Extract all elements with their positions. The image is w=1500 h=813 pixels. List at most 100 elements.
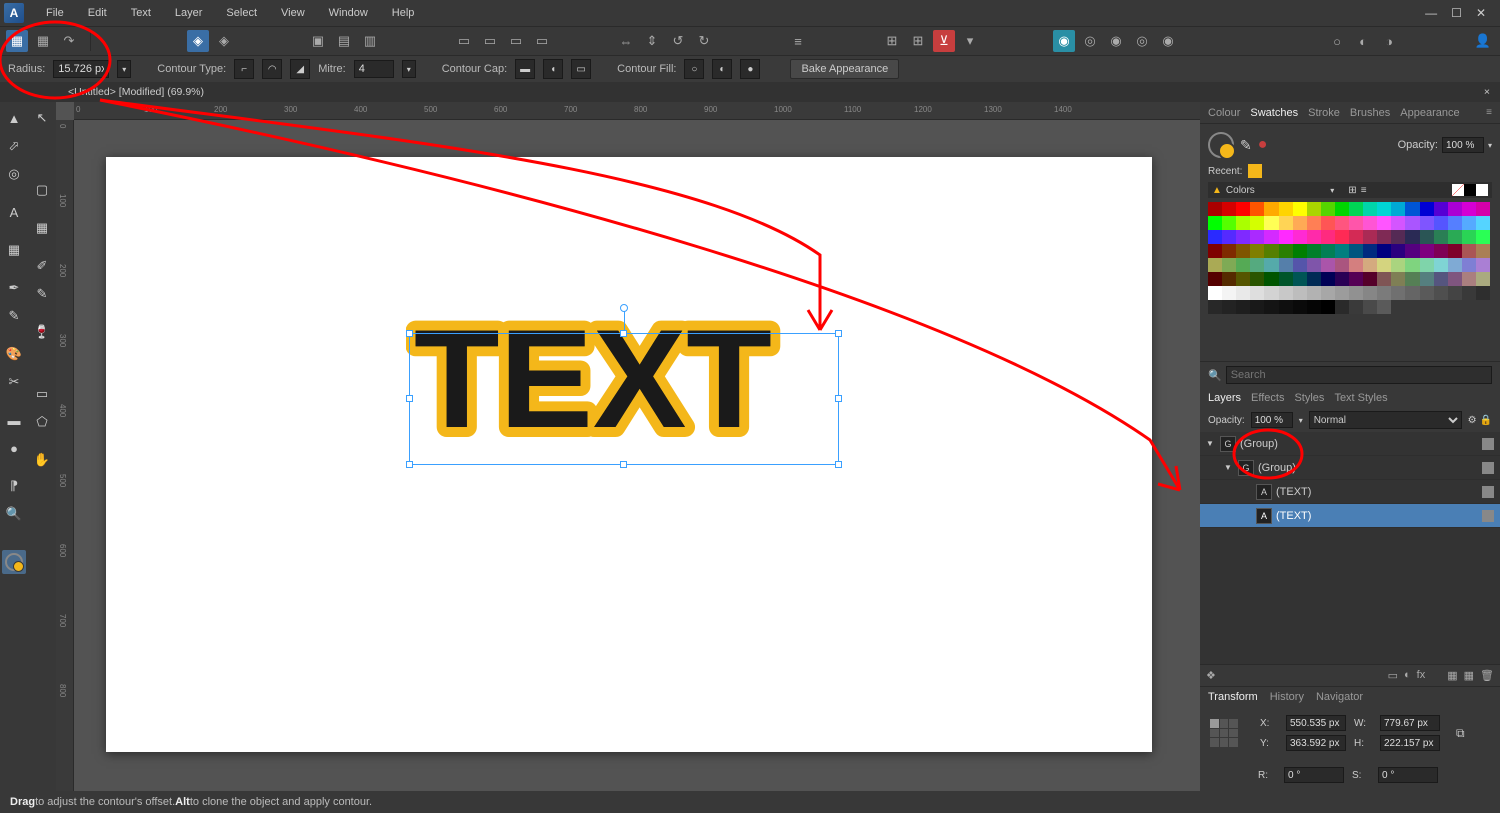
- bake-appearance-button[interactable]: Bake Appearance: [790, 59, 899, 79]
- swatch-chip[interactable]: [1377, 286, 1391, 300]
- swatch-chip[interactable]: [1264, 258, 1278, 272]
- move-tool[interactable]: ▲: [2, 106, 26, 130]
- handle-bm[interactable]: [620, 461, 627, 468]
- view-grid-icon[interactable]: ⊞: [1348, 185, 1356, 196]
- x-input[interactable]: [1286, 715, 1346, 731]
- swatch-chip[interactable]: [1476, 244, 1490, 258]
- blend-mode-select[interactable]: Normal: [1309, 411, 1462, 429]
- opacity-dd-icon[interactable]: ▾: [1488, 141, 1492, 150]
- swatch-chip[interactable]: [1222, 216, 1236, 230]
- artistic-text-tool[interactable]: A: [2, 200, 26, 224]
- swatch-chip[interactable]: [1250, 258, 1264, 272]
- swatch-chip[interactable]: [1264, 286, 1278, 300]
- view-1-icon[interactable]: ○: [1326, 30, 1348, 52]
- document-close-icon[interactable]: ×: [1474, 86, 1500, 98]
- swatch-chip[interactable]: [1349, 244, 1363, 258]
- menu-window[interactable]: Window: [317, 3, 380, 23]
- swatch-chip[interactable]: [1307, 244, 1321, 258]
- swatch-chip[interactable]: [1349, 230, 1363, 244]
- swatch-chip[interactable]: [1448, 286, 1462, 300]
- swatch-chip[interactable]: [1391, 286, 1405, 300]
- swatch-chip[interactable]: [1335, 272, 1349, 286]
- swatch-chip[interactable]: [1363, 272, 1377, 286]
- view-3-icon[interactable]: ◑: [1378, 30, 1400, 52]
- swatch-chip[interactable]: [1335, 286, 1349, 300]
- flip-h-icon[interactable]: ⇔: [615, 30, 637, 52]
- arrange-backward-icon[interactable]: ▭: [479, 30, 501, 52]
- swatch-chip[interactable]: [1377, 300, 1391, 314]
- persona-export-icon[interactable]: ↷: [58, 30, 80, 52]
- swatch-chip[interactable]: [1307, 202, 1321, 216]
- swatch-chip[interactable]: [1321, 286, 1335, 300]
- swatch-chip[interactable]: [1208, 272, 1222, 286]
- fill-none-icon[interactable]: ○: [684, 59, 704, 79]
- swatch-chip[interactable]: [1236, 216, 1250, 230]
- contour-tool[interactable]: ◎: [2, 162, 26, 186]
- swatch-chip[interactable]: [1377, 202, 1391, 216]
- tab-swatches[interactable]: Swatches: [1250, 107, 1298, 119]
- swatch-chip[interactable]: [1363, 258, 1377, 272]
- swatch-chip[interactable]: [1321, 272, 1335, 286]
- magnet-dd-icon[interactable]: ▾: [959, 30, 981, 52]
- swatch-chip[interactable]: [1279, 258, 1293, 272]
- swatch-chip[interactable]: [1307, 216, 1321, 230]
- handle-tr[interactable]: [835, 330, 842, 337]
- node-tool[interactable]: ⬀: [2, 134, 26, 158]
- swatch-chip[interactable]: [1208, 300, 1222, 314]
- swatch-chip[interactable]: [1293, 300, 1307, 314]
- selection-box[interactable]: [409, 333, 839, 465]
- swatch-chip[interactable]: [1462, 258, 1476, 272]
- swatch-chip[interactable]: [1363, 286, 1377, 300]
- grid-options-icon[interactable]: ⊞: [907, 30, 929, 52]
- swatch-chip[interactable]: [1462, 286, 1476, 300]
- swatch-chip[interactable]: [1420, 216, 1434, 230]
- swatch-chip[interactable]: [1335, 216, 1349, 230]
- menu-select[interactable]: Select: [214, 3, 269, 23]
- swatch-chip[interactable]: [1391, 216, 1405, 230]
- crop-tool[interactable]: ✂: [2, 370, 26, 394]
- swatch-chip[interactable]: [1462, 202, 1476, 216]
- layer-row[interactable]: A(TEXT): [1200, 480, 1500, 504]
- close-icon[interactable]: ✕: [1476, 6, 1486, 20]
- persona-designer-icon[interactable]: ▦: [6, 30, 28, 52]
- swatch-chip[interactable]: [1250, 244, 1264, 258]
- swatch-chip[interactable]: [1321, 216, 1335, 230]
- boolean-int-icon[interactable]: ◉: [1105, 30, 1127, 52]
- color-selector[interactable]: [2, 550, 26, 574]
- swatch-chip[interactable]: [1264, 272, 1278, 286]
- swatch-chip[interactable]: [1405, 272, 1419, 286]
- swatch-chip[interactable]: [1335, 244, 1349, 258]
- swatch-chip[interactable]: [1363, 300, 1377, 314]
- layer-row[interactable]: A(TEXT): [1200, 504, 1500, 528]
- swatch-chip[interactable]: [1363, 244, 1377, 258]
- pen-tool[interactable]: ✒: [2, 276, 26, 300]
- handle-br[interactable]: [835, 461, 842, 468]
- swatch-chip[interactable]: [1363, 216, 1377, 230]
- swatch-chip[interactable]: [1349, 300, 1363, 314]
- swatch-chip[interactable]: [1293, 216, 1307, 230]
- visibility-toggle[interactable]: [1482, 486, 1494, 498]
- cap-butt-icon[interactable]: ▬: [515, 59, 535, 79]
- recent-chip[interactable]: [1248, 164, 1262, 178]
- swatch-chip[interactable]: [1321, 230, 1335, 244]
- swatch-chip[interactable]: [1321, 244, 1335, 258]
- swatch-chip[interactable]: [1321, 300, 1335, 314]
- swatch-chip[interactable]: [1279, 216, 1293, 230]
- swatch-chip[interactable]: [1476, 272, 1490, 286]
- fill-tool[interactable]: 🎨: [2, 342, 26, 366]
- swatch-chip[interactable]: [1222, 230, 1236, 244]
- swatch-chip[interactable]: [1476, 216, 1490, 230]
- y-input[interactable]: [1286, 735, 1346, 751]
- swatch-chip[interactable]: [1476, 202, 1490, 216]
- document-tab[interactable]: <Untitled> [Modified] (69.9%): [60, 84, 212, 100]
- visibility-toggle[interactable]: [1482, 438, 1494, 450]
- vector-brush-tool[interactable]: ✎: [30, 282, 54, 306]
- adjustment-icon[interactable]: ◐: [1404, 669, 1411, 682]
- swatch-chip[interactable]: [1236, 230, 1250, 244]
- rotate-ccw-icon[interactable]: ↺: [667, 30, 689, 52]
- align-icon-2[interactable]: ▤: [333, 30, 355, 52]
- magnet-icon[interactable]: ⊻: [933, 30, 955, 52]
- swatch-chip[interactable]: [1264, 216, 1278, 230]
- fill-auto-icon[interactable]: ◐: [712, 59, 732, 79]
- tab-brushes[interactable]: Brushes: [1350, 107, 1390, 119]
